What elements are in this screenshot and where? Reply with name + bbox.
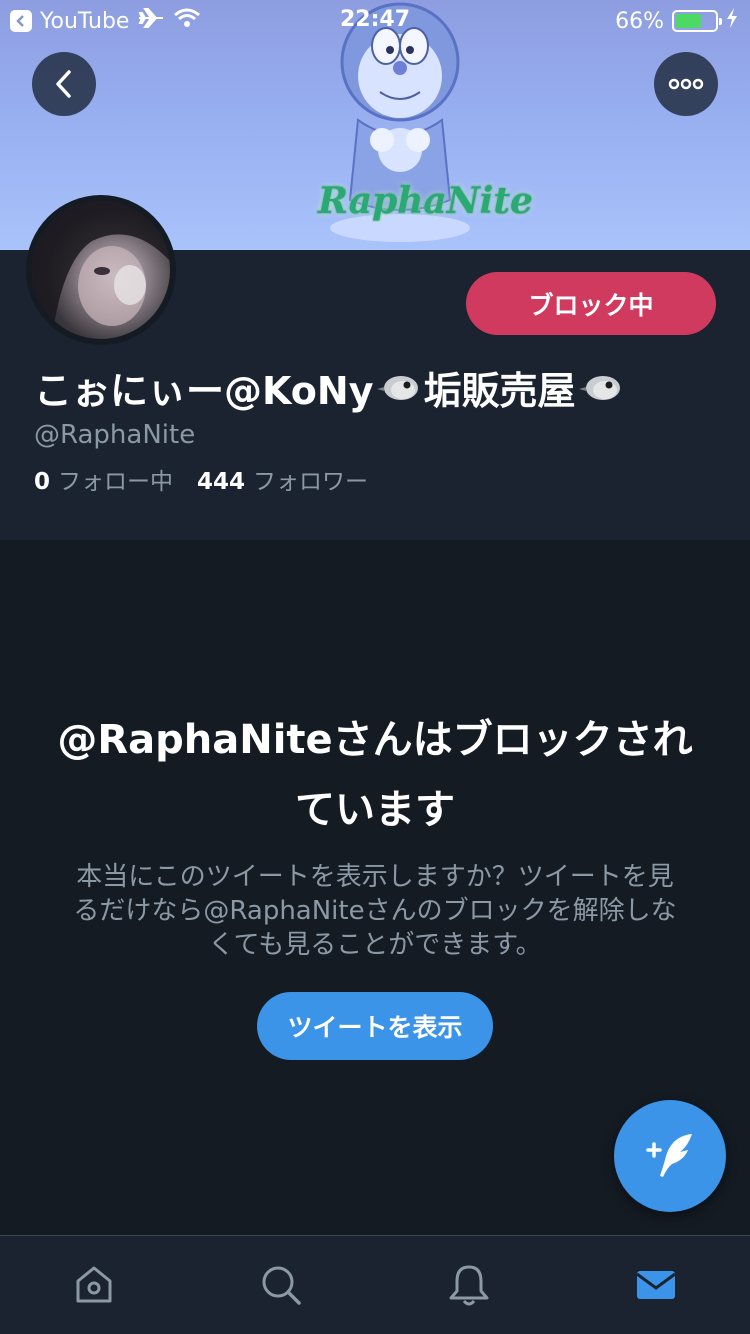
blocked-title: @RaphaNiteさんはブロックされています	[57, 717, 693, 833]
compose-tweet-button[interactable]	[614, 1100, 726, 1212]
followers-label: フォロワー	[253, 469, 369, 495]
chevron-left-icon	[56, 70, 71, 98]
followers-count: 444	[197, 469, 246, 495]
blocked-description: 本当にこのツイートを表示しますか？ツイートを見るだけなら@RaphaNiteさん…	[73, 862, 677, 960]
battery-fill	[676, 14, 702, 28]
display-name-suffix: 垢販売屋	[423, 369, 576, 413]
back-button[interactable]	[32, 52, 96, 116]
tab-messages[interactable]	[563, 1236, 750, 1334]
status-right: 66%	[615, 7, 738, 35]
notifications-icon	[449, 1265, 489, 1306]
tab-home[interactable]	[0, 1236, 188, 1334]
banner-watermark-text: RaphaNite	[318, 180, 533, 222]
following-label: フォロー中	[58, 469, 174, 495]
messages-icon	[636, 1271, 677, 1299]
show-tweets-button[interactable]: ツイートを表示	[257, 992, 493, 1060]
tab-search[interactable]	[188, 1236, 376, 1334]
display-name-text: こぉにぃー@KoNy	[34, 369, 374, 413]
status-bar: YouTube 22:47 66%	[0, 0, 750, 40]
followers-link[interactable]: 444 フォロワー	[197, 462, 368, 496]
avatar[interactable]	[26, 195, 176, 345]
more-dots-icon	[668, 78, 704, 90]
search-icon	[262, 1266, 301, 1305]
profile-handle: @RaphaNite	[34, 420, 196, 450]
compose-tweet-icon	[646, 1134, 692, 1177]
more-options-button[interactable]	[654, 52, 718, 116]
follow-counts: 0 フォロー中 444 フォロワー	[34, 462, 368, 496]
blocked-button[interactable]: ブロック中	[466, 272, 716, 335]
charging-icon	[726, 7, 738, 35]
following-link[interactable]: 0 フォロー中	[34, 462, 173, 496]
display-name: こぉにぃー@KoNy 垢販売屋	[34, 360, 734, 415]
battery-percent: 66%	[615, 8, 664, 34]
avatar-image	[32, 201, 170, 339]
battery-icon	[672, 10, 722, 32]
bird-emoji-icon	[377, 375, 419, 400]
home-icon	[76, 1266, 112, 1303]
bird-emoji-icon	[579, 375, 621, 400]
tab-bar	[0, 1235, 750, 1334]
following-count: 0	[34, 469, 51, 495]
tab-notifications[interactable]	[375, 1236, 563, 1334]
